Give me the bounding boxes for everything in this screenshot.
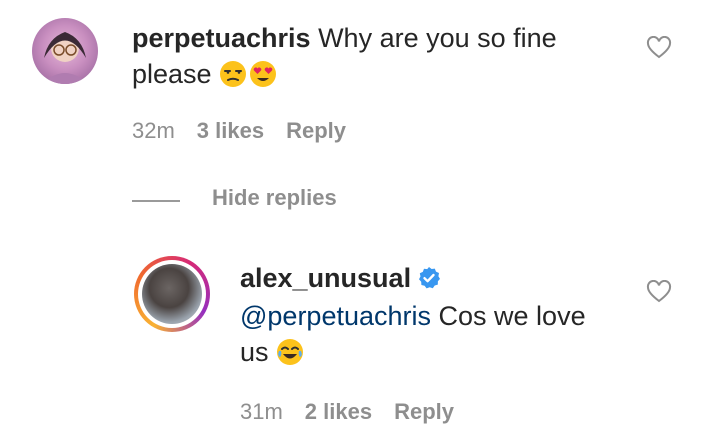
comment-likes[interactable]: 3 likes xyxy=(197,118,264,143)
reply-mention-link[interactable]: @perpetuachris xyxy=(240,301,431,331)
comment-meta: 32m 3 likes Reply xyxy=(132,118,368,144)
reply-header: alex_unusual xyxy=(240,263,441,294)
comment-text: perpetuachris Why are you so fine please xyxy=(132,20,592,92)
reply-reply-button[interactable]: Reply xyxy=(394,399,454,424)
reply-time: 31m xyxy=(240,399,283,424)
verified-badge-icon xyxy=(419,267,441,289)
comment-time: 32m xyxy=(132,118,175,143)
avatar-ring-gap xyxy=(138,260,206,328)
avatar[interactable] xyxy=(32,18,98,84)
divider xyxy=(132,200,180,202)
comment-reply-button[interactable]: Reply xyxy=(286,118,346,143)
heart-eyes-face-icon xyxy=(250,61,277,87)
unamused-face-icon xyxy=(220,61,247,87)
like-heart-icon[interactable] xyxy=(646,36,672,60)
reply-username[interactable]: alex_unusual xyxy=(240,263,411,293)
reply-body-line1: Cos we love xyxy=(431,301,586,331)
reply-text: @perpetuachris Cos we love us xyxy=(240,298,620,370)
comment-body-line1: Why are you so fine xyxy=(310,23,557,53)
tears-of-joy-face-icon xyxy=(277,339,304,365)
reply-meta: 31m 2 likes Reply xyxy=(240,399,476,425)
comment-username[interactable]: perpetuachris xyxy=(132,23,311,53)
comment-body-line2: please xyxy=(132,59,220,89)
reply-avatar[interactable] xyxy=(134,256,210,332)
reply-likes[interactable]: 2 likes xyxy=(305,399,372,424)
hide-replies-button[interactable]: Hide replies xyxy=(212,185,337,211)
reply-body-line2: us xyxy=(240,337,277,367)
like-heart-icon[interactable] xyxy=(646,280,672,304)
avatar-photo xyxy=(142,264,202,324)
